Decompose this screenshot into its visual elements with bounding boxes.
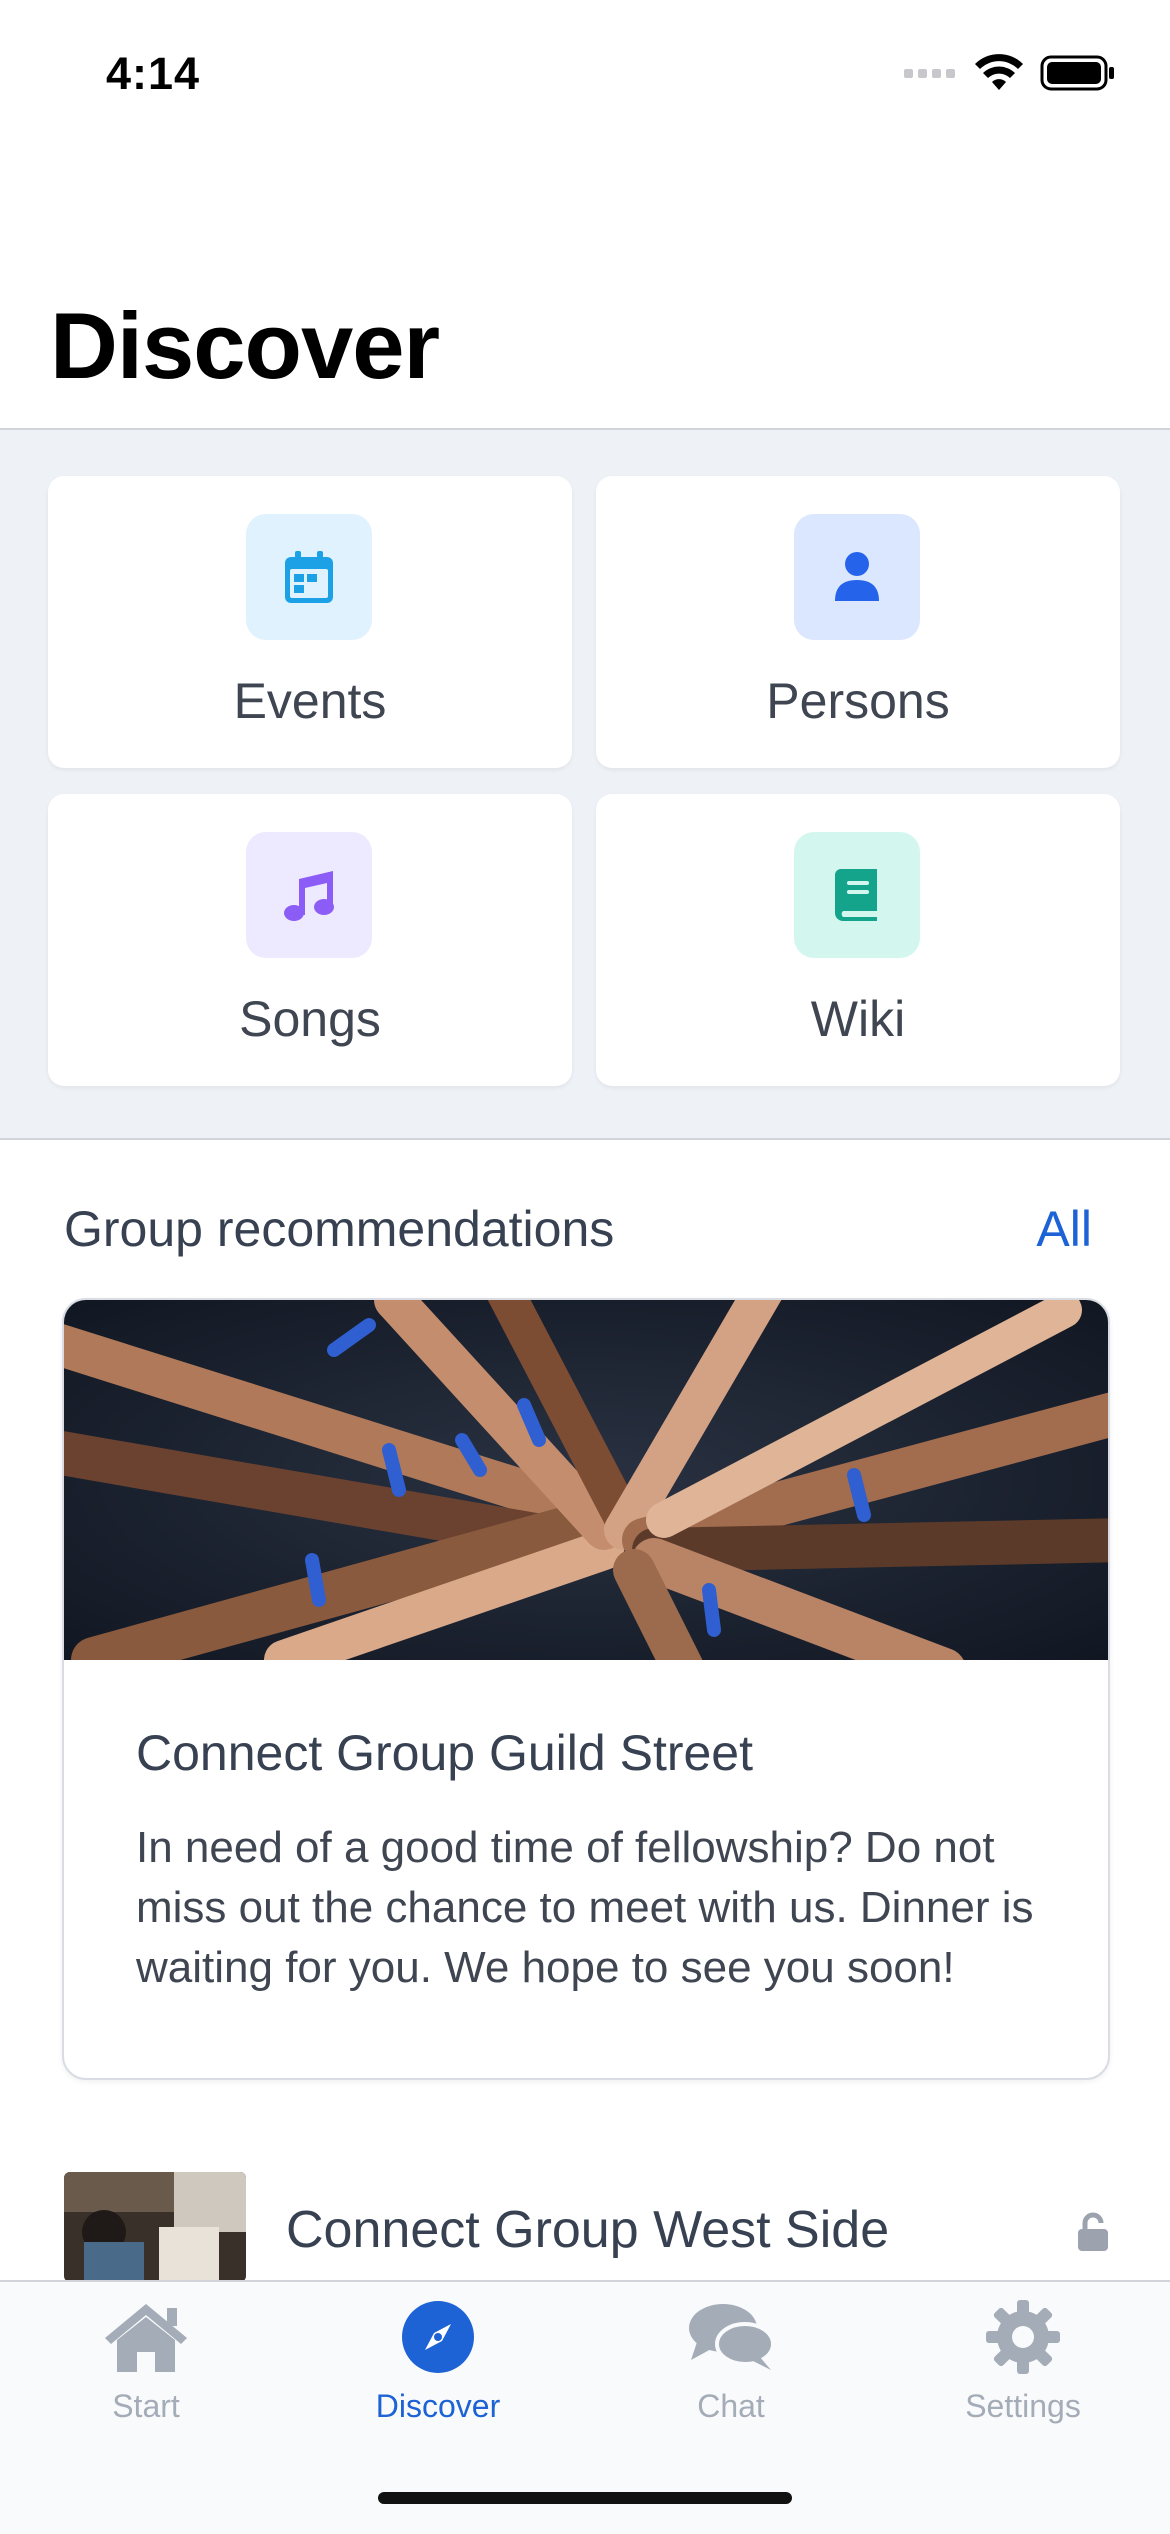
battery-icon <box>1040 55 1114 91</box>
tab-settings-label: Settings <box>965 2388 1081 2424</box>
group-photo <box>64 1300 1108 1660</box>
recommendations-title: Group recommendations <box>64 1201 615 1257</box>
home-indicator <box>378 2492 792 2504</box>
home-icon <box>105 2304 187 2372</box>
see-all-link[interactable]: All <box>1036 1200 1092 1258</box>
quick-access-grid: Events Persons Songs Wiki <box>0 430 1170 1138</box>
calendar-icon <box>285 551 333 603</box>
group-list-title: Connect Group West Side <box>286 2201 890 2259</box>
persons-label: Persons <box>766 673 950 729</box>
tab-discover-label: Discover <box>375 2388 501 2424</box>
songs-icon-box <box>246 832 372 958</box>
person-icon <box>835 552 879 601</box>
wifi-icon <box>975 54 1023 90</box>
page-title: Discover <box>50 293 440 398</box>
wiki-tile[interactable]: Wiki <box>596 794 1120 1086</box>
group-list-item[interactable]: Connect Group West Side <box>64 2172 1110 2282</box>
featured-group-card[interactable]: Connect Group Guild Street In need of a … <box>62 1298 1110 2080</box>
status-icons <box>904 54 1116 92</box>
tab-start[interactable]: Start <box>0 2290 292 2430</box>
songs-label: Songs <box>239 991 381 1047</box>
tab-chat-label: Chat <box>697 2388 765 2424</box>
persons-icon-box <box>794 514 920 640</box>
wiki-label: Wiki <box>810 991 906 1047</box>
tab-settings[interactable]: Settings <box>877 2290 1169 2430</box>
tab-discover[interactable]: Discover <box>292 2290 584 2430</box>
unlock-icon <box>1078 2212 1108 2251</box>
wiki-icon-box <box>794 832 920 958</box>
events-label: Events <box>233 673 387 729</box>
songs-tile[interactable]: Songs <box>48 794 572 1086</box>
persons-tile[interactable]: Persons <box>596 476 1120 768</box>
signal-icon <box>904 69 955 78</box>
tab-start-label: Start <box>112 2388 180 2424</box>
gear-icon <box>986 2300 1060 2374</box>
tab-chat[interactable]: Chat <box>585 2290 877 2430</box>
group-thumbnail <box>64 2172 246 2282</box>
group-card-description: In need of a good time of fellowship? Do… <box>136 1823 1034 1992</box>
events-icon-box <box>246 514 372 640</box>
status-time: 4:14 <box>106 48 201 99</box>
book-icon <box>835 869 877 921</box>
chat-bubbles-icon <box>689 2304 775 2370</box>
music-note-icon <box>284 871 334 921</box>
events-tile[interactable]: Events <box>48 476 572 768</box>
group-card-title: Connect Group Guild Street <box>136 1725 753 1781</box>
compass-icon <box>402 2301 474 2373</box>
